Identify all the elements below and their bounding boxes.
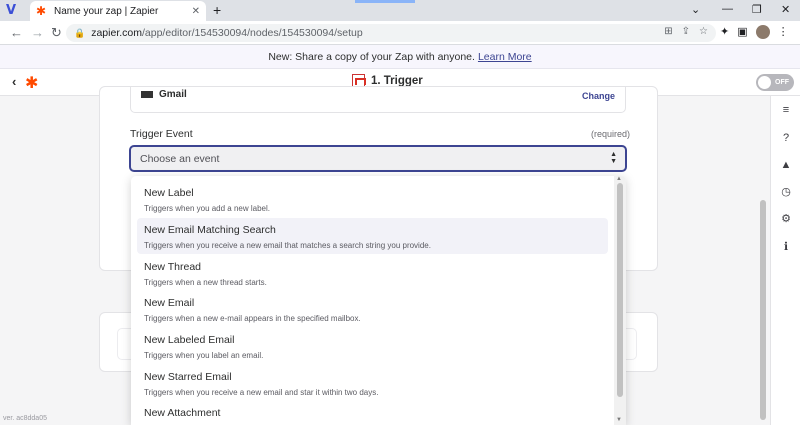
new-tab-icon[interactable]: + <box>213 2 221 18</box>
toggle-knob <box>758 76 771 89</box>
required-label: (required) <box>591 129 631 139</box>
extensions-puzzle-icon[interactable]: ✦ <box>720 25 729 39</box>
banner-text: New: Share a copy of your Zap with anyon… <box>268 50 475 63</box>
learn-more-link[interactable]: Learn More <box>478 51 532 63</box>
trigger-event-dropdown: New Label Triggers when you add a new la… <box>131 176 626 425</box>
reload-icon[interactable]: ↻ <box>51 25 62 41</box>
warning-icon[interactable]: ▲ <box>780 159 792 171</box>
settings-gear-icon[interactable]: ⚙ <box>780 213 792 225</box>
event-option[interactable]: New Starred Email Triggers when you rece… <box>137 365 608 401</box>
back-chevron-icon[interactable]: ‹ <box>12 74 16 89</box>
back-arrow-icon[interactable]: ← <box>10 25 23 40</box>
history-clock-icon[interactable]: ◷ <box>780 186 792 198</box>
event-option[interactable]: New Labeled Email Triggers when you labe… <box>137 328 608 364</box>
zap-on-off-toggle[interactable]: OFF <box>756 74 794 91</box>
event-option[interactable]: New Attachment <box>137 401 608 425</box>
trigger-event-select[interactable]: Choose an event ▲ ▼ <box>129 145 627 172</box>
page-scrollbar[interactable] <box>758 96 768 425</box>
restore-icon[interactable]: ❐ <box>752 3 762 16</box>
dropdown-scrollbar[interactable]: ▲ ▼ <box>614 176 626 425</box>
scroll-up-icon[interactable]: ▲ <box>616 176 622 182</box>
toggle-label: OFF <box>775 79 789 86</box>
chevron-down-icon[interactable]: ⌄ <box>691 3 700 16</box>
select-arrows-icon: ▲ ▼ <box>610 151 617 165</box>
minimize-icon[interactable]: — <box>722 3 733 15</box>
profile-avatar[interactable] <box>755 25 770 39</box>
trigger-event-label: Trigger Event <box>130 128 193 140</box>
address-bar[interactable]: 🔒 zapier.com/app/editor/154530094/nodes/… <box>66 24 716 42</box>
vivaldi-logo-icon[interactable]: V <box>6 3 22 19</box>
side-panel-icon[interactable]: ▣ <box>737 25 747 39</box>
tab-close-icon[interactable]: ✕ <box>192 6 200 17</box>
step-title-text: 1. Trigger <box>371 74 423 87</box>
right-sidebar: ≡ ? ▲ ◷ ⚙ ℹ <box>770 96 800 425</box>
event-option[interactable]: New Email Triggers when a new e-mail app… <box>137 291 608 327</box>
browser-toolbar: ← → ↻ 🔒 zapier.com/app/editor/154530094/… <box>0 21 800 45</box>
window-close-icon[interactable]: ✕ <box>781 3 790 16</box>
announcement-banner: New: Share a copy of your Zap with anyon… <box>0 45 800 69</box>
details-list-icon[interactable]: ≡ <box>780 104 792 116</box>
share-icon[interactable]: ⇪ <box>682 26 690 37</box>
gmail-app-icon <box>141 91 153 98</box>
translate-icon[interactable]: ⊞ <box>664 26 672 37</box>
tab-strip-indicator <box>355 0 415 3</box>
dropdown-scrollbar-thumb[interactable] <box>617 183 623 397</box>
help-icon[interactable]: ? <box>780 132 792 144</box>
bookmark-star-icon[interactable]: ☆ <box>699 26 708 37</box>
info-icon[interactable]: ℹ <box>780 241 792 253</box>
app-name: Gmail <box>159 89 187 100</box>
browser-menu-icon[interactable]: ⋮ <box>778 25 789 39</box>
url-text: zapier.com/app/editor/154530094/nodes/15… <box>91 27 363 39</box>
tab-title: Name your zap | Zapier <box>54 5 159 17</box>
lock-icon[interactable]: 🔒 <box>74 28 85 39</box>
event-option[interactable]: New Email Matching Search Triggers when … <box>137 218 608 254</box>
browser-tab-active[interactable]: ✱ Name your zap | Zapier ✕ <box>30 1 206 21</box>
zapier-favicon-icon: ✱ <box>36 4 47 18</box>
forward-arrow-icon[interactable]: → <box>31 25 44 40</box>
change-app-button[interactable]: Change <box>582 91 615 101</box>
event-option[interactable]: New Label Triggers when you add a new la… <box>137 181 608 217</box>
event-option[interactable]: New Thread Triggers when a new thread st… <box>137 255 608 291</box>
page-scrollbar-thumb[interactable] <box>760 200 766 420</box>
scroll-down-icon[interactable]: ▼ <box>616 417 622 423</box>
select-placeholder: Choose an event <box>140 152 220 165</box>
version-label: ver. ac8dda05 <box>3 415 47 422</box>
app-selection-row: Gmail Change <box>130 86 626 113</box>
browser-tab-bar: V ✱ Name your zap | Zapier ✕ + ⌄ — ❐ ✕ <box>0 0 800 21</box>
zapier-logo-icon[interactable]: ✱ <box>25 73 38 93</box>
